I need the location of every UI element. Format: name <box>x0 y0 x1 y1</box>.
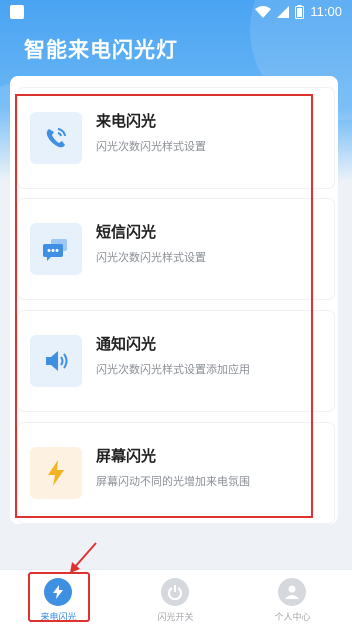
tab-profile[interactable]: 个人中心 <box>234 570 351 630</box>
speaker-icon <box>30 335 82 387</box>
feature-card-sms[interactable]: 短信闪光 闪光次数闪光样式设置 <box>18 199 334 299</box>
feature-title: 通知闪光 <box>96 335 157 353</box>
bottom-tab-bar: 来电闪光 闪光开关 个人中心 <box>0 569 352 630</box>
notification-icon <box>10 5 24 19</box>
status-bar: 11:00 <box>0 0 352 24</box>
feature-card-incoming-call[interactable]: 来电闪光 闪光次数闪光样式设置 <box>18 88 334 188</box>
feature-subtitle: 屏幕闪动不同的光增加来电氛围 <box>96 475 250 488</box>
tab-label: 个人中心 <box>274 613 311 623</box>
feature-subtitle: 闪光次数闪光样式设置 <box>96 140 206 153</box>
tab-label: 闪光开关 <box>157 613 194 623</box>
status-time: 11:00 <box>310 4 342 19</box>
battery-icon <box>295 4 305 19</box>
user-icon <box>278 578 306 606</box>
wifi-icon <box>255 5 272 18</box>
feature-card-screen[interactable]: 屏幕闪光 屏幕闪动不同的光增加来电氛围 <box>18 423 334 523</box>
lightning-icon <box>30 447 82 499</box>
feature-title: 短信闪光 <box>96 223 157 241</box>
feature-subtitle: 闪光次数闪光样式设置 <box>96 251 206 264</box>
power-icon <box>161 578 189 606</box>
signal-icon <box>277 5 290 18</box>
feature-title: 来电闪光 <box>96 112 157 130</box>
tab-flash-switch[interactable]: 闪光开关 <box>117 570 234 630</box>
feature-title: 屏幕闪光 <box>96 447 157 465</box>
page-title: 智能来电闪光灯 <box>24 38 178 62</box>
message-icon <box>30 223 82 275</box>
feature-card-notification[interactable]: 通知闪光 闪光次数闪光样式设置添加应用 <box>18 311 334 411</box>
tab-label: 来电闪光 <box>40 613 77 623</box>
tab-incoming-flash[interactable]: 来电闪光 <box>0 570 117 630</box>
lightning-icon <box>44 578 72 606</box>
feature-subtitle: 闪光次数闪光样式设置添加应用 <box>96 363 250 376</box>
phone-call-icon <box>30 112 82 164</box>
